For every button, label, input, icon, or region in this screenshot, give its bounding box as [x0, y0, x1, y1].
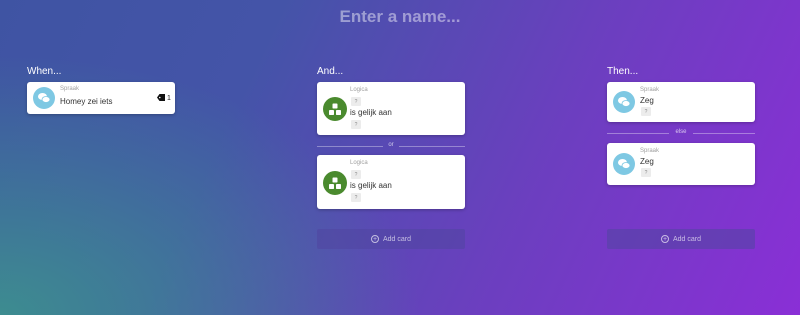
- or-separator: or: [388, 142, 394, 148]
- card-app-label: Spraak: [60, 86, 80, 92]
- and-heading: And...: [317, 66, 344, 77]
- argument-placeholder[interactable]: ?: [641, 168, 651, 177]
- then-card-2[interactable]: Spraak Zeg ?: [607, 143, 755, 185]
- else-separator: else: [675, 129, 687, 135]
- plus-circle-icon: +: [660, 235, 669, 243]
- tag-icon: [157, 94, 165, 103]
- or-divider-right: [399, 146, 465, 147]
- argument-placeholder[interactable]: ?: [351, 97, 361, 106]
- speech-bubbles-icon: [33, 87, 55, 109]
- logic-blocks-icon: [323, 97, 347, 121]
- card-app-label: Spraak: [640, 148, 660, 154]
- card-text: is gelijk aan: [350, 108, 392, 117]
- card-app-label: Logica: [350, 87, 368, 93]
- flow-name-input[interactable]: [250, 5, 550, 29]
- argument-placeholder[interactable]: ?: [351, 120, 361, 129]
- add-card-label: Add card: [382, 235, 412, 243]
- speech-bubbles-icon: [613, 153, 635, 175]
- else-divider-left: [607, 133, 669, 134]
- add-card-label: Add card: [672, 235, 702, 243]
- card-text: Zeg: [640, 157, 654, 166]
- card-app-label: Logica: [350, 160, 368, 166]
- when-heading: When...: [27, 66, 62, 77]
- speech-bubbles-icon: [613, 91, 635, 113]
- else-divider-right: [693, 133, 755, 134]
- then-add-card-button[interactable]: + Add card: [607, 229, 755, 249]
- token-count[interactable]: 1: [157, 94, 171, 103]
- card-app-label: Spraak: [640, 87, 660, 93]
- and-card-1[interactable]: Logica ? is gelijk aan ?: [317, 82, 465, 135]
- and-add-card-button[interactable]: + Add card: [317, 229, 465, 249]
- card-text: Zeg: [640, 96, 654, 105]
- argument-placeholder[interactable]: ?: [351, 193, 361, 202]
- card-text: is gelijk aan: [350, 181, 392, 190]
- or-divider-left: [317, 146, 383, 147]
- when-card[interactable]: Spraak Homey zei iets 1: [27, 82, 175, 114]
- argument-placeholder[interactable]: ?: [351, 170, 361, 179]
- plus-circle-icon: +: [370, 235, 379, 243]
- token-count-value: 1: [167, 95, 171, 102]
- argument-placeholder[interactable]: ?: [641, 107, 651, 116]
- then-heading: Then...: [607, 66, 639, 77]
- and-card-2[interactable]: Logica ? is gelijk aan ?: [317, 155, 465, 209]
- then-card-1[interactable]: Spraak Zeg ?: [607, 82, 755, 122]
- logic-blocks-icon: [323, 171, 347, 195]
- card-text: Homey zei iets: [60, 97, 113, 106]
